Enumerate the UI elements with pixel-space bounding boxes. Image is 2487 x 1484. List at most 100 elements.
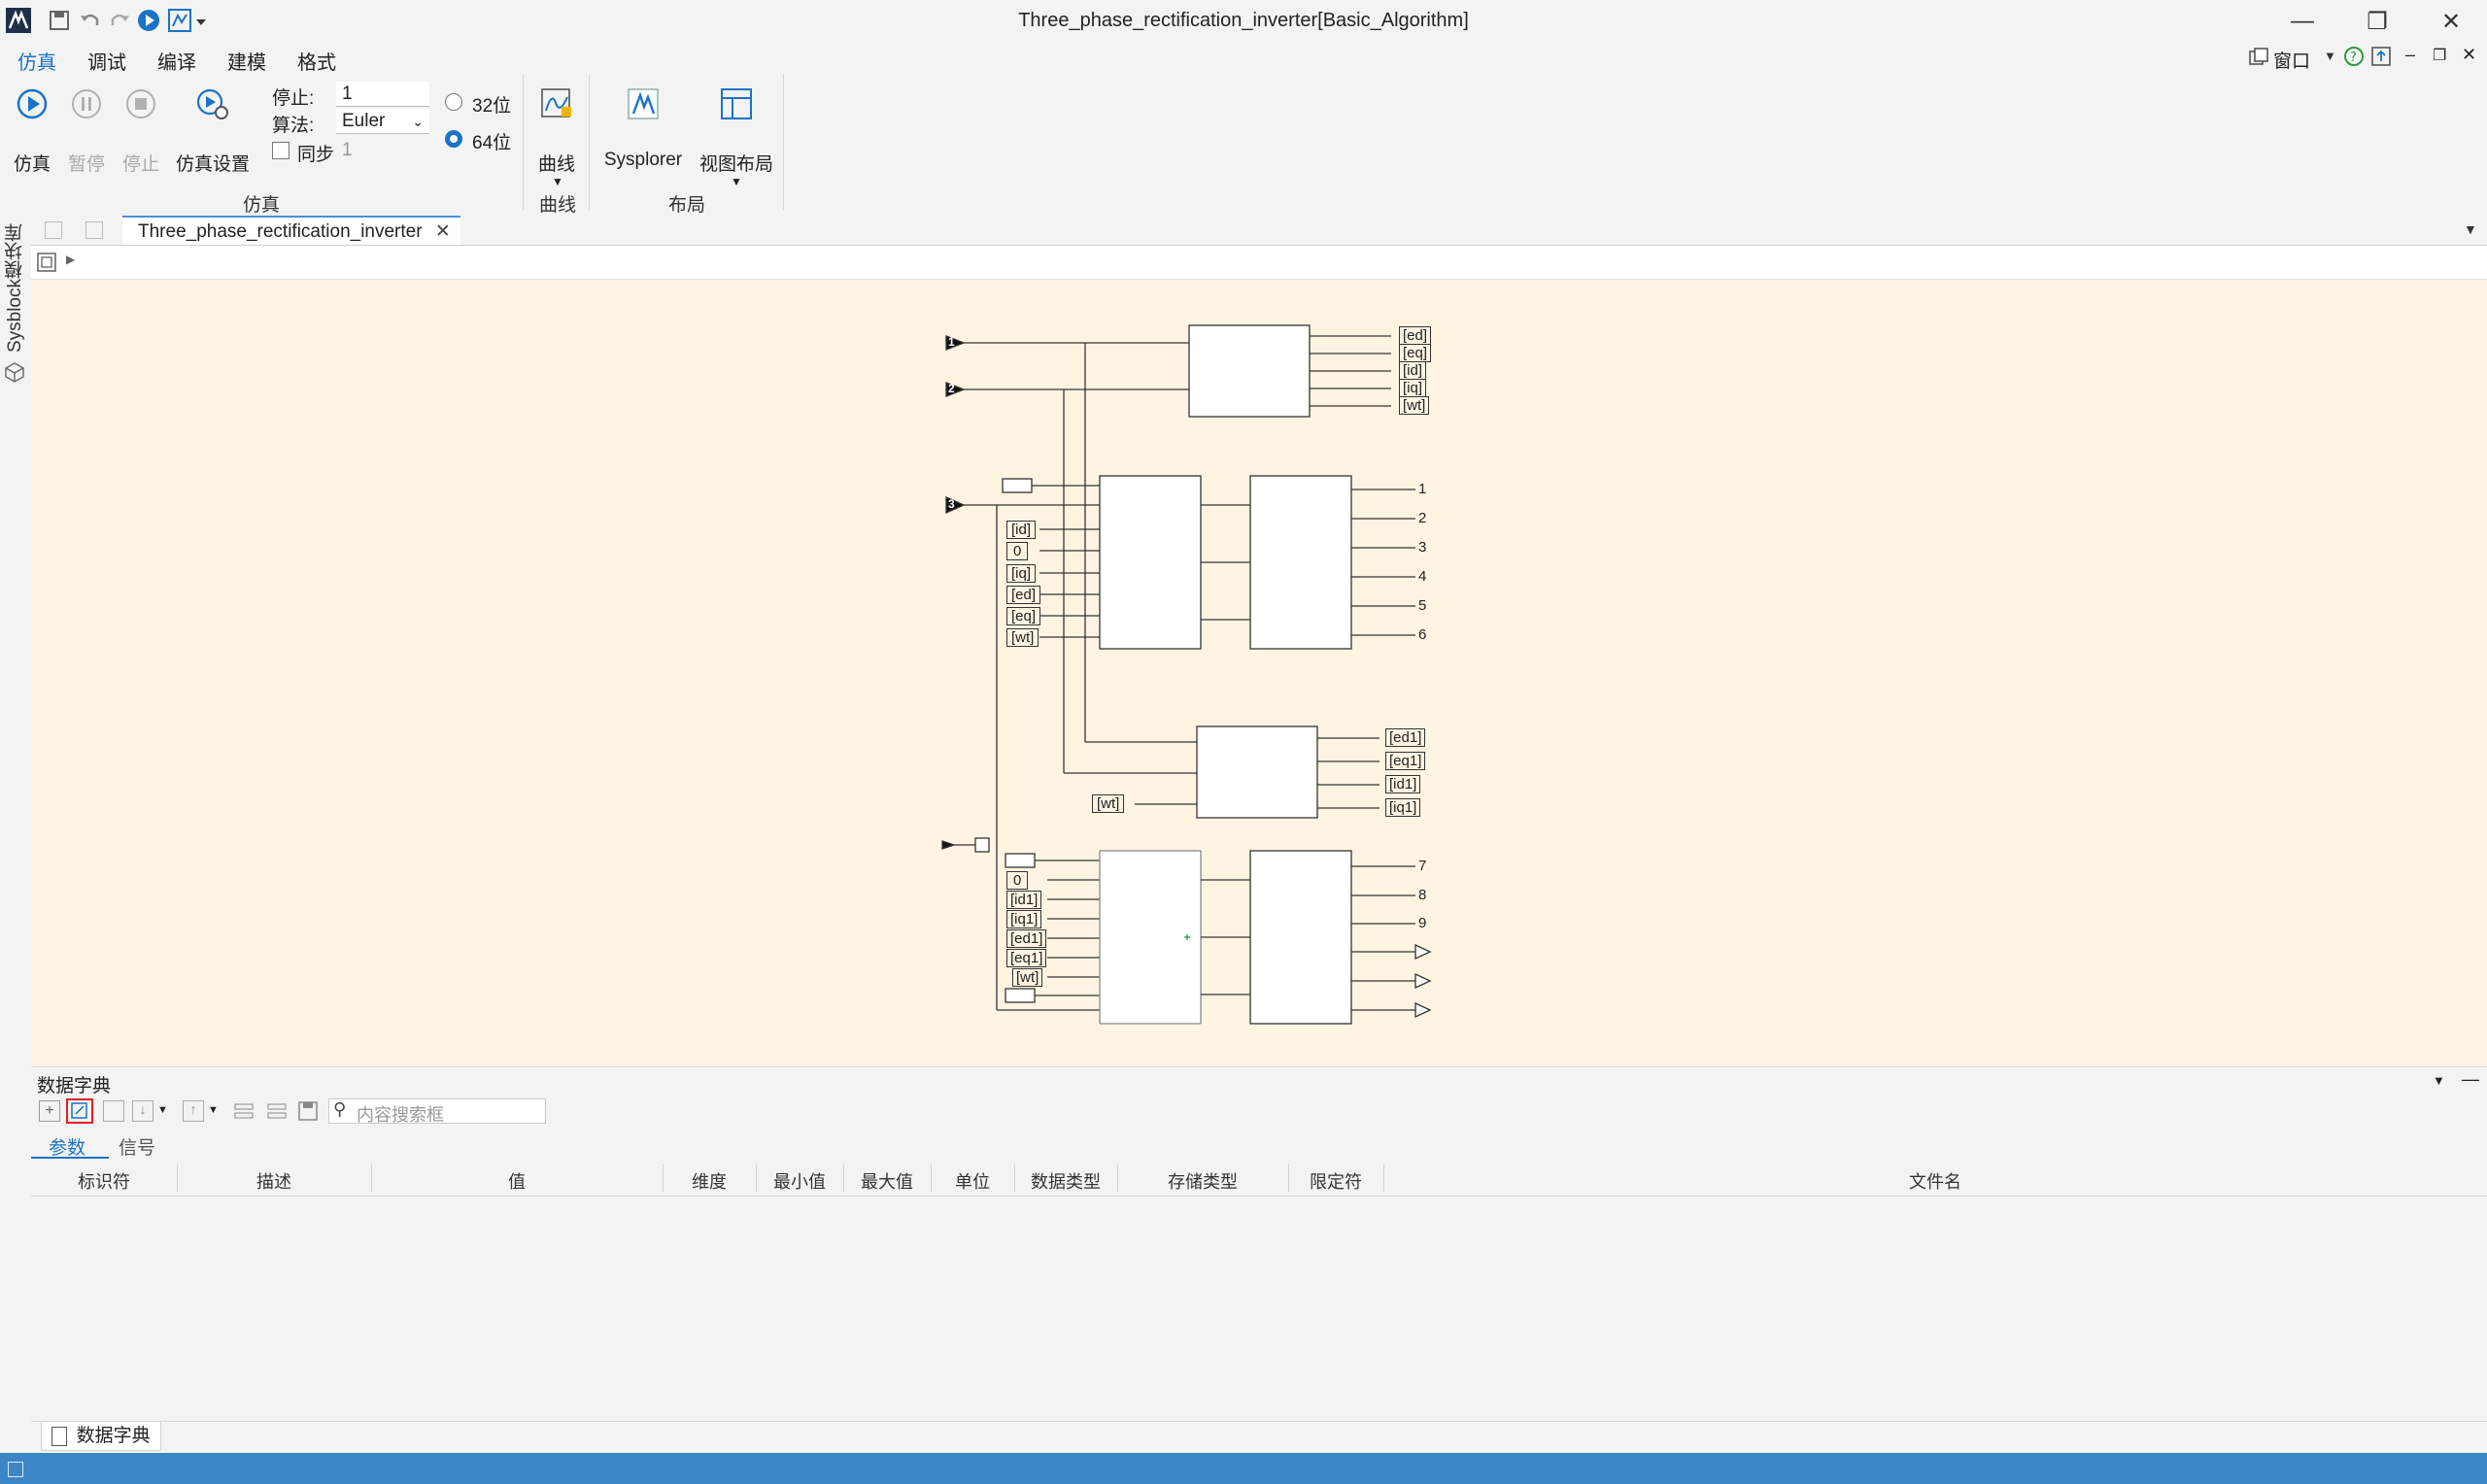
outport-5[interactable]: 5 (1418, 597, 1426, 614)
from-iq[interactable]: [iq] (1006, 564, 1037, 583)
tab-nav-back-icon[interactable] (45, 221, 62, 239)
sysblock-library-strip[interactable]: Sysblock模块库 (0, 216, 32, 1453)
from-id1[interactable]: [id1] (1006, 891, 1042, 909)
window-menu-dropdown-icon[interactable]: ▼ (2324, 49, 2336, 63)
tab-signals[interactable]: 信号 (119, 1133, 155, 1160)
goto-ed1[interactable]: [ed1] (1385, 728, 1426, 747)
tab-params[interactable]: 参数 (49, 1133, 85, 1160)
outport-7[interactable]: 7 (1418, 858, 1426, 874)
sysblock-library-label[interactable]: Sysblock模块库 (2, 223, 28, 353)
col-unit[interactable]: 单位 (931, 1168, 1014, 1194)
import-dropdown-icon[interactable]: ▼ (157, 1104, 168, 1116)
model-canvas[interactable]: 1 2 3 [ed] [eq] [id] [iq] [wt] [id] 0 [i… (31, 280, 2487, 1066)
reference-const-box[interactable] (1002, 478, 1033, 493)
constant-zero[interactable]: 0 (1006, 542, 1029, 560)
from-id[interactable]: [id] (1006, 521, 1037, 539)
goto-id[interactable]: [id] (1399, 361, 1427, 380)
inport-4[interactable] (941, 840, 957, 850)
from-wt[interactable]: [wt] (1006, 628, 1039, 647)
menu-format[interactable]: 格式 (290, 47, 344, 75)
transform-block-2[interactable] (1196, 725, 1318, 819)
tab-data-dictionary[interactable]: 数据字典 (41, 1422, 161, 1451)
from-wt-2[interactable]: [wt] (1092, 794, 1125, 813)
save-dict-icon[interactable] (297, 1100, 319, 1122)
align-icon[interactable] (233, 1100, 255, 1122)
outport-9[interactable]: 9 (1418, 915, 1426, 931)
col-dimension[interactable]: 维度 (663, 1168, 756, 1194)
bit64-radio[interactable] (445, 130, 462, 148)
goto-ed[interactable]: [ed] (1399, 326, 1432, 345)
from-ed1[interactable]: [ed1] (1006, 929, 1047, 948)
import-icon[interactable]: ↓ (132, 1100, 153, 1122)
goto-id1[interactable]: [id1] (1385, 775, 1421, 793)
tab-nav-forward-icon[interactable] (85, 221, 103, 239)
reference-const-box-2[interactable] (1005, 853, 1036, 868)
outport-6[interactable]: 6 (1418, 626, 1426, 643)
col-qualifier[interactable]: 限定符 (1288, 1168, 1383, 1194)
col-description[interactable]: 描述 (177, 1168, 371, 1194)
upload-icon[interactable] (2370, 46, 2392, 67)
sim-settings-button[interactable]: 仿真设置 (173, 87, 253, 177)
export-icon[interactable]: ↑ (183, 1100, 204, 1122)
restore-icon[interactable]: ❐ (2343, 4, 2411, 39)
add-icon[interactable]: + (39, 1100, 60, 1122)
delete-icon[interactable] (103, 1100, 124, 1122)
sysplorer-button[interactable]: Sysplorer (600, 87, 686, 177)
goto-eq1[interactable]: [eq1] (1385, 752, 1426, 770)
window-menu-icon[interactable] (2248, 47, 2269, 68)
minimize-icon[interactable]: — (2268, 4, 2336, 39)
col-datatype[interactable]: 数据类型 (1014, 1168, 1117, 1194)
controller-block[interactable] (1099, 475, 1202, 650)
help-icon[interactable]: ? (2343, 46, 2365, 67)
pwm-block[interactable] (1249, 475, 1352, 650)
sync-checkbox[interactable] (272, 142, 290, 159)
search-input[interactable]: ⚲ 内容搜索框 (328, 1098, 546, 1125)
window-menu-label[interactable]: 窗口 (2273, 47, 2310, 73)
align-icon-2[interactable] (266, 1100, 288, 1122)
outport-10[interactable] (1414, 943, 1432, 961)
bit32-radio[interactable] (445, 93, 462, 111)
outport-4[interactable]: 4 (1418, 568, 1426, 585)
panel-dropdown-icon[interactable]: ▼ (2433, 1073, 2445, 1088)
menu-debug[interactable]: 调试 (80, 47, 134, 75)
view-layout-button[interactable]: 视图布局 ▼ (696, 87, 777, 194)
mdi-minimize-icon[interactable]: – (2405, 45, 2415, 65)
tab-close-icon[interactable]: ✕ (435, 221, 451, 242)
bottom-input-gain[interactable] (974, 837, 990, 853)
pause-button[interactable]: 暂停 (58, 87, 115, 177)
goto-wt[interactable]: [wt] (1399, 396, 1430, 415)
outport-2[interactable]: 2 (1418, 510, 1426, 526)
from-ed[interactable]: [ed] (1006, 586, 1041, 604)
outport-3[interactable]: 3 (1418, 539, 1426, 556)
pwm-block-2[interactable] (1249, 850, 1352, 1025)
mdi-close-icon[interactable]: ✕ (2462, 45, 2476, 65)
algorithm-select[interactable]: Euler ⌄ (336, 109, 429, 134)
from-eq[interactable]: [eq] (1006, 607, 1041, 625)
from-iq1[interactable]: [iq1] (1006, 910, 1042, 928)
stop-time-field[interactable]: 1 (336, 82, 429, 107)
transform-block[interactable] (1188, 324, 1311, 418)
tab-model[interactable]: Three_phase_rectification_inverter ✕ (122, 216, 460, 245)
col-max[interactable]: 最大值 (843, 1168, 931, 1194)
export-dropdown-icon[interactable]: ▼ (208, 1104, 219, 1116)
col-storage[interactable]: 存储类型 (1117, 1168, 1288, 1194)
outport-1[interactable]: 1 (1418, 481, 1426, 497)
goto-iq1[interactable]: [iq1] (1385, 798, 1421, 817)
stop-button[interactable]: 停止 (113, 87, 169, 177)
curve-button[interactable]: 曲线 ▼ (532, 87, 581, 194)
mdi-restore-icon[interactable]: ❐ (2433, 46, 2446, 65)
goto-iq[interactable]: [iq] (1399, 379, 1427, 397)
block-diagram[interactable] (31, 280, 2487, 1066)
constant-zero-2[interactable]: 0 (1006, 871, 1029, 890)
goto-eq[interactable]: [eq] (1399, 344, 1432, 362)
edit-entry-icon[interactable] (66, 1098, 93, 1124)
col-value[interactable]: 值 (371, 1168, 663, 1194)
col-identifier[interactable]: 标识符 (31, 1168, 177, 1194)
tab-list-dropdown-icon[interactable]: ▼ (2464, 221, 2477, 237)
from-eq1[interactable]: [eq1] (1006, 949, 1047, 967)
outport-12[interactable] (1414, 1001, 1432, 1019)
close-icon[interactable]: ✕ (2417, 4, 2485, 39)
menu-modeling[interactable]: 建模 (220, 47, 274, 75)
reference-const-box-3[interactable] (1005, 988, 1036, 1003)
from-wt-3[interactable]: [wt] (1012, 968, 1043, 987)
